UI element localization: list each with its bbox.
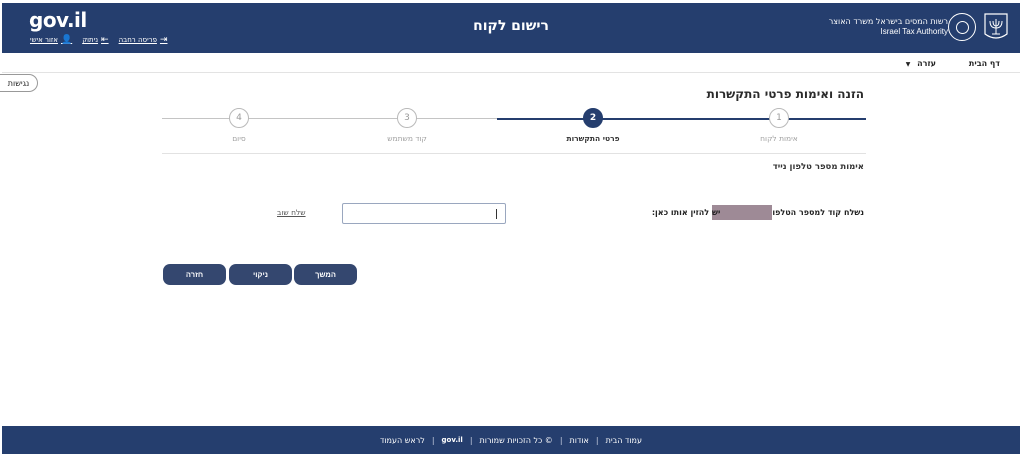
form-heading: הזנה ואימות פרטי התקשרות [706,87,864,101]
footer-separator: | [469,435,473,445]
tax-authority-name: רשות המסים בישראל משרד האוצר Israel Tax … [829,17,948,37]
footer-separator: | [595,435,599,445]
code-sent-suffix: יש להזין אותו כאן: [651,208,721,217]
footer-gov-logo[interactable]: gov.il [442,436,463,444]
footer-rights: © כל הזכויות שמורות [479,435,553,445]
masked-phone-number [712,205,773,220]
footer-about-link[interactable]: אודות [570,436,589,445]
state-emblem-icon [984,13,1008,39]
progress-stepper: 1 אימות לקוח 2 פרטי התקשרות 3 קוד משתמש … [162,108,866,148]
authority-english: Israel Tax Authority [880,27,948,36]
code-sent-message: נשלח קוד למספר הטלפו יש להזין אותו כאן: [652,205,864,220]
user-icon: 👤 [60,35,73,45]
logout-link[interactable]: ⇤ ניתוק [82,35,108,45]
wide-layout-icon: ⇥ [159,35,168,45]
wide-layout-link[interactable]: ⇥ פריסה רחבה [119,35,168,45]
resend-code-link[interactable]: שלח שוב [277,208,306,217]
step-4-number: 4 [229,108,249,128]
step-2: 2 פרטי התקשרות [523,108,663,143]
footer-separator: | [559,435,563,445]
footer-back-to-top-link[interactable]: לראש העמוד [380,436,425,445]
step-4: 4 סיום [169,108,309,143]
verification-code-input[interactable] [342,203,506,224]
phone-verification-title: אימות מספר טלפון נייד [772,162,864,172]
site-footer: עמוד הבית | אודות | © כל הזכויות שמורות … [2,426,1020,454]
step-1-number: 1 [769,108,789,128]
authority-hebrew: רשות המסים בישראל משרד האוצר [828,17,948,26]
continue-button[interactable]: המשך [294,264,357,285]
step-3-number: 3 [397,108,417,128]
logout-icon: ⇤ [101,35,109,45]
main-nav: דף הבית עזרה ▼ [2,53,1020,73]
footer-home-link[interactable]: עמוד הבית [606,436,642,445]
code-sent-prefix: נשלח קוד למספר הטלפו [772,208,864,217]
clear-button[interactable]: ניקוי [229,264,292,285]
nav-help[interactable]: עזרה ▼ [906,59,936,68]
personal-area-link[interactable]: 👤 אזור אישי [30,35,72,45]
tax-authority-emblem-icon [948,13,976,41]
back-button[interactable]: חזרה [163,264,226,285]
nav-help-label: עזרה [917,59,936,68]
footer-separator: | [431,435,435,445]
step-3-label: קוד משתמש [387,134,427,143]
step-2-label: פרטי התקשרות [566,134,620,143]
personal-area-label: אזור אישי [30,36,58,44]
step-4-label: סיום [232,134,246,143]
wide-layout-label: פריסה רחבה [118,36,157,44]
text-caret [496,209,497,219]
step-2-number: 2 [583,108,603,128]
section-divider [162,153,866,154]
site-header: gov.il 👤 אזור אישי ⇤ ניתוק ⇥ פריסה רחבה … [2,3,1020,53]
step-1: 1 אימות לקוח [709,108,849,143]
header-user-links: 👤 אזור אישי ⇤ ניתוק ⇥ פריסה רחבה [30,35,168,45]
step-3: 3 קוד משתמש [337,108,477,143]
logout-label: ניתוק [82,36,99,44]
nav-home[interactable]: דף הבית [969,59,1000,68]
accessibility-button[interactable]: נגישות [0,74,38,92]
step-1-label: אימות לקוח [760,134,798,143]
chevron-down-icon: ▼ [905,61,911,68]
